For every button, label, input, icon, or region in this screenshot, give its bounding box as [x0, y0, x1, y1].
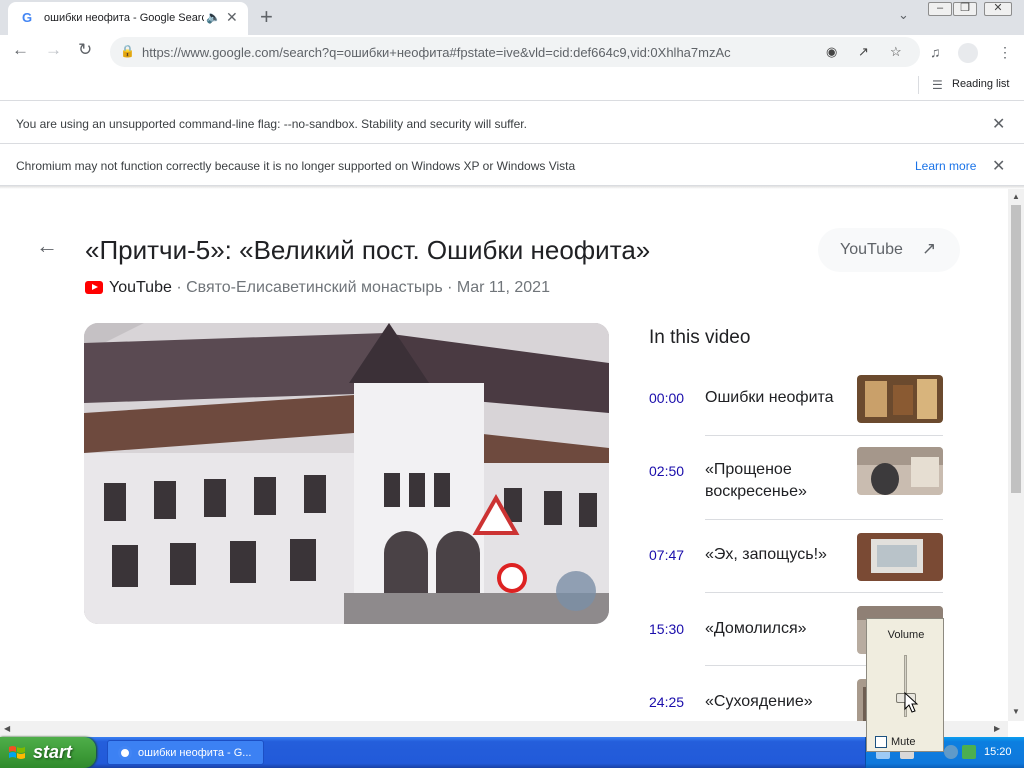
chapter-time[interactable]: 24:25 — [649, 694, 684, 710]
sandbox-warning-infobar: You are using an unsupported command-lin… — [0, 102, 1024, 144]
browser-toolbar: ← → ↻ 🔒 https://www.google.com/search?q=… — [0, 35, 1024, 69]
mouse-cursor-icon — [904, 692, 919, 713]
tab-search-icon[interactable]: ⌄ — [898, 7, 909, 23]
xp-warning-infobar: Chromium may not function correctly beca… — [0, 144, 1024, 186]
chapter-item[interactable]: 07:47 «Эх, запощусь!» — [649, 520, 943, 593]
back-arrow-icon[interactable]: ← — [12, 40, 29, 60]
back-arrow-icon[interactable]: ← — [36, 233, 58, 259]
reading-list-icon[interactable]: ☰ — [932, 78, 943, 92]
youtube-logo-icon — [85, 281, 103, 294]
chapter-time[interactable]: 00:00 — [649, 390, 684, 406]
mute-checkbox[interactable] — [875, 736, 887, 748]
menu-kebab-icon[interactable]: ⋮ — [998, 44, 1012, 61]
infobar-message: Chromium may not function correctly beca… — [16, 159, 576, 173]
audio-playing-icon[interactable]: 🔈 — [206, 10, 221, 24]
tab-close-icon[interactable]: ✕ — [226, 9, 238, 26]
video-channel-date: · Свято-Елисаветинский монастырь · Mar 1… — [171, 279, 550, 296]
video-source: YouTube — [109, 279, 172, 296]
chapter-item[interactable]: 02:50 «Прощеное воскресенье» — [649, 447, 943, 520]
video-title[interactable]: «Притчи-5»: «Великий пост. Ошибки неофит… — [85, 235, 650, 266]
chapter-time[interactable]: 07:47 — [649, 547, 684, 563]
infobar-close-icon[interactable]: ✕ — [992, 114, 1005, 134]
scroll-right-arrow-icon[interactable]: ▶ — [994, 724, 1000, 733]
volume-tray-icon[interactable] — [962, 745, 976, 759]
share-icon[interactable]: ↗ — [858, 44, 869, 60]
video-player[interactable] — [84, 323, 609, 624]
windows-logo-icon — [9, 746, 25, 759]
chapter-name[interactable]: «Эх, запощусь!» — [705, 544, 845, 566]
chapter-item[interactable]: 00:00 Ошибки неофита — [649, 363, 943, 436]
url-text[interactable]: https://www.google.com/search?q=ошибки+н… — [142, 45, 792, 60]
divider — [918, 76, 919, 94]
chapters-heading: In this video — [649, 327, 751, 348]
chromium-icon — [118, 746, 132, 760]
youtube-button-label: YouTube — [840, 241, 903, 258]
scroll-up-arrow-icon[interactable]: ▲ — [1012, 192, 1020, 201]
reading-list-button[interactable]: Reading list — [952, 78, 1009, 90]
divider — [705, 435, 943, 436]
lock-icon[interactable]: 🔒 — [120, 44, 135, 58]
tracking-blocked-icon[interactable]: ◉ — [826, 44, 837, 60]
bookmark-star-icon[interactable]: ☆ — [890, 44, 902, 60]
bookmarks-bar: ☰ Reading list — [0, 69, 1024, 101]
taskbar-window-label: ошибки неофита - G... — [138, 747, 252, 759]
scroll-down-arrow-icon[interactable]: ▼ — [1012, 707, 1020, 716]
chapter-thumbnail[interactable] — [857, 533, 943, 581]
video-preview-panel: ← «Притчи-5»: «Великий пост. Ошибки неоф… — [0, 189, 1008, 721]
start-label: start — [33, 742, 73, 762]
chapter-thumbnail[interactable] — [857, 375, 943, 423]
external-link-icon: ↗ — [922, 239, 937, 258]
browser-tab[interactable]: G ошибки неофита - Google Search 🔈 ✕ — [8, 2, 248, 35]
chapter-name[interactable]: «Прощеное воскресенье» — [705, 459, 845, 503]
tab-title: ошибки неофита - Google Search — [44, 12, 204, 24]
window-close-button[interactable]: ✕ — [984, 2, 1012, 16]
scroll-left-arrow-icon[interactable]: ◀ — [4, 724, 10, 733]
open-youtube-button[interactable]: YouTube ↗ — [818, 228, 960, 272]
profile-avatar-icon[interactable] — [958, 43, 978, 63]
learn-more-link[interactable]: Learn more — [915, 159, 976, 173]
chapter-time[interactable]: 02:50 — [649, 463, 684, 479]
address-bar[interactable]: 🔒 https://www.google.com/search?q=ошибки… — [110, 37, 920, 67]
chapter-thumbnail[interactable] — [857, 447, 943, 495]
volume-popup: Volume Mute — [866, 618, 944, 752]
taskbar-chromium-window[interactable]: ошибки неофита - G... — [107, 740, 264, 765]
start-button[interactable]: start — [0, 737, 96, 768]
restore-button[interactable]: ❐ — [953, 2, 977, 16]
media-control-icon[interactable]: ♫ — [930, 44, 941, 60]
google-favicon-icon: G — [22, 10, 33, 25]
clock: 15:20 — [984, 746, 1012, 758]
chapter-time[interactable]: 15:30 — [649, 621, 684, 637]
minimize-button[interactable]: – — [928, 2, 952, 16]
chapter-name[interactable]: Ошибки неофита — [705, 387, 845, 409]
infobar-message: You are using an unsupported command-lin… — [16, 117, 527, 131]
volume-label: Volume — [887, 629, 925, 641]
reload-icon[interactable]: ↻ — [78, 40, 92, 60]
tab-strip: G ошибки неофита - Google Search 🔈 ✕ + ⌄… — [0, 0, 1024, 35]
forward-arrow-icon[interactable]: → — [45, 40, 62, 60]
chapter-name[interactable]: «Домолился» — [705, 618, 845, 640]
infobar-close-icon[interactable]: ✕ — [992, 156, 1005, 176]
vertical-scrollbar[interactable]: ▲ ▼ — [1008, 189, 1024, 721]
security-center-icon[interactable] — [944, 745, 958, 759]
scrollbar-thumb[interactable] — [1011, 205, 1021, 493]
horizontal-scrollbar[interactable]: ◀ ▶ — [0, 721, 1008, 737]
chapter-name[interactable]: «Сухоядение» — [705, 691, 845, 713]
video-meta: YouTube · Свято-Елисаветинский монастырь… — [85, 279, 550, 297]
video-frame-image — [84, 323, 609, 624]
mute-label[interactable]: Mute — [891, 736, 915, 748]
new-tab-icon[interactable]: + — [260, 4, 273, 30]
